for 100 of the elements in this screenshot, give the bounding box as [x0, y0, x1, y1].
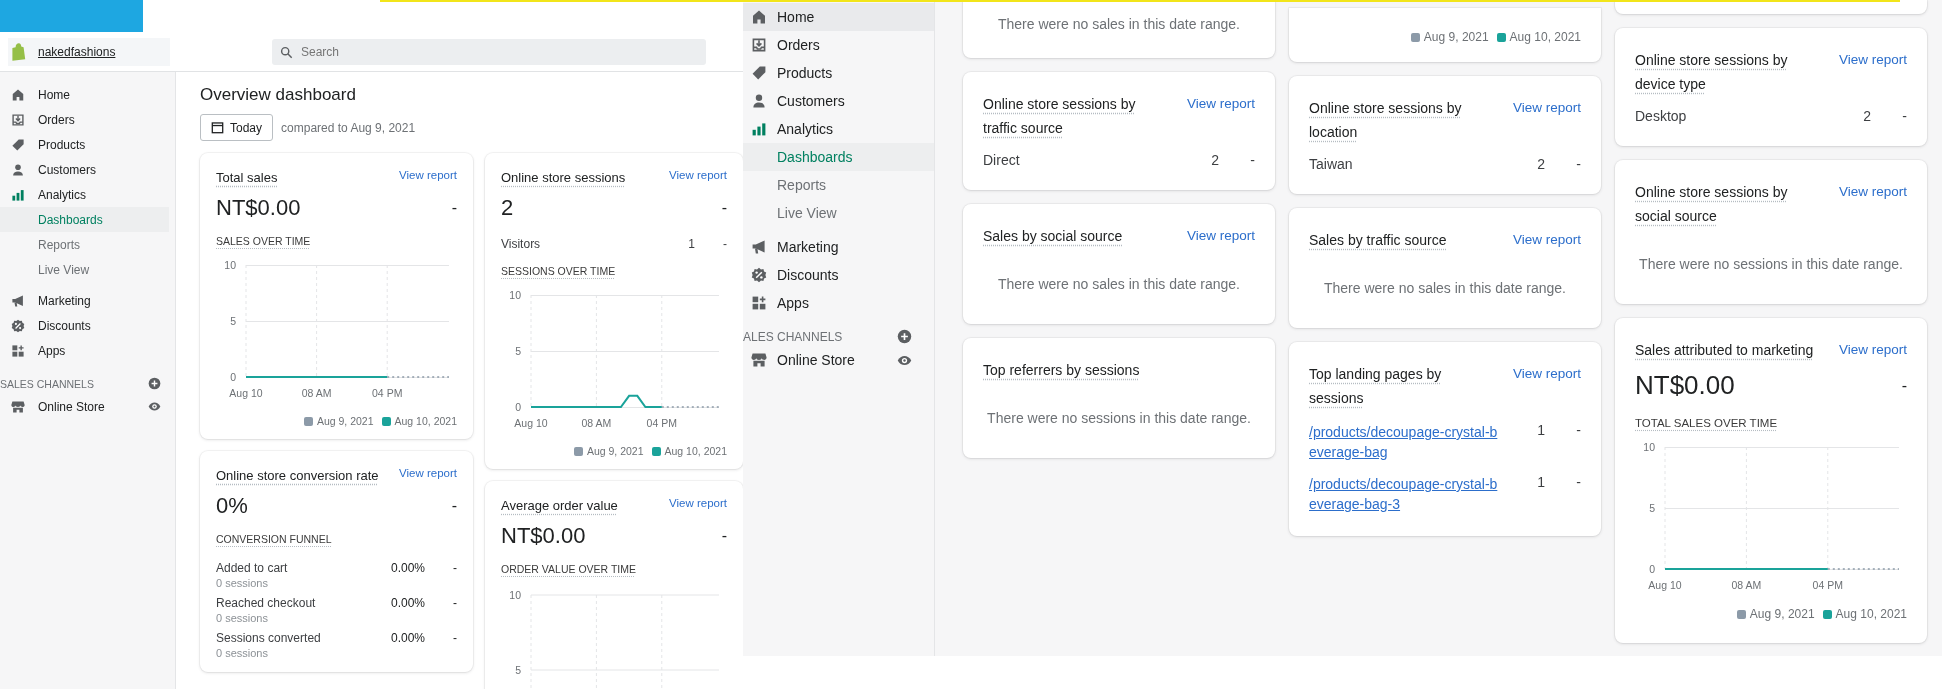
row-label: Direct	[983, 152, 1021, 168]
legend-label: Aug 10, 2021	[664, 445, 727, 457]
row-count: 1	[1536, 474, 1545, 490]
page-title: Overview dashboard	[200, 85, 357, 105]
view-report-link[interactable]: View report	[1838, 48, 1907, 72]
view-report-link[interactable]: View report	[1838, 338, 1907, 362]
megaphone-icon	[751, 239, 767, 255]
nav-item[interactable]: Customers	[743, 87, 934, 115]
nav-item[interactable]: Analytics	[0, 182, 169, 207]
view-report-link[interactable]: View report	[669, 497, 727, 509]
calendar-icon	[211, 121, 224, 134]
view-report-link[interactable]: View report	[399, 169, 457, 181]
percent-value: 0.00%	[390, 561, 425, 575]
nav-subitem[interactable]: Live View	[0, 257, 169, 282]
view-report-link[interactable]: View report	[1512, 362, 1581, 386]
card-title: Sales by social source	[983, 227, 1123, 246]
row-count: 2	[1536, 156, 1545, 172]
search-input[interactable]: Search	[301, 40, 698, 64]
nav-item[interactable]: Discounts	[743, 261, 934, 289]
row-label: Visitors	[501, 237, 542, 251]
axis-label: Aug 10	[514, 417, 548, 429]
nav-item[interactable]: Products	[0, 132, 169, 157]
nav-item[interactable]: Products	[743, 59, 934, 87]
metric-value: 2	[501, 195, 514, 221]
nav-item[interactable]: Discounts	[0, 313, 169, 338]
axis-label: 10	[509, 589, 521, 601]
card-title: Online store sessions by location	[1309, 99, 1463, 142]
trend-value: -	[1901, 376, 1907, 395]
legend-label: Aug 10, 2021	[394, 415, 457, 427]
nav-item[interactable]: Marketing	[0, 288, 169, 313]
nav-item[interactable]: Apps	[743, 289, 934, 317]
view-report-link[interactable]: View report	[1512, 228, 1581, 252]
funnel-sessions: 0 sessions	[216, 576, 269, 590]
card-title: Online store sessions by traffic source	[983, 95, 1137, 138]
date-button[interactable]: Today	[200, 114, 274, 141]
funnel-step: Reached checkout	[216, 596, 391, 611]
chart-title: SALES OVER TIME	[216, 235, 311, 247]
card-title: Average order value	[501, 497, 618, 515]
add-icon[interactable]	[897, 329, 912, 344]
view-report-link[interactable]: View report	[1512, 96, 1581, 120]
view-report-link[interactable]: View report	[399, 467, 457, 479]
nav-item[interactable]: Home	[0, 82, 169, 107]
axis-label: 5	[230, 315, 236, 327]
megaphone-icon	[11, 293, 25, 308]
nav-subitem[interactable]: Dashboards	[743, 143, 934, 171]
row-label: Taiwan	[1309, 156, 1354, 172]
card-title: Top referrers by sessions	[983, 361, 1140, 380]
row-label: Desktop	[1635, 108, 1688, 124]
view-report-link[interactable]: View report	[1186, 92, 1255, 116]
add-icon[interactable]	[148, 377, 161, 390]
page-link[interactable]: /products/decoupage-crystal-beverage-bag	[1309, 422, 1499, 462]
trend-value: -	[452, 561, 457, 575]
nav-item[interactable]: Customers	[0, 157, 169, 182]
nav-item[interactable]: Analytics	[743, 115, 934, 143]
trend-value: -	[451, 199, 457, 217]
nav-subitem[interactable]: Reports	[743, 171, 934, 199]
nav-item[interactable]: Home	[743, 3, 934, 31]
legend-label: Aug 9, 2021	[1749, 607, 1815, 621]
metric-value: 0%	[216, 493, 248, 519]
legend-label: Aug 9, 2021	[586, 445, 644, 457]
card-title: Online store sessions by device type	[1635, 51, 1789, 94]
eye-icon[interactable]	[148, 400, 161, 413]
view-report-link[interactable]: View report	[669, 169, 727, 181]
row-count: 1	[1536, 422, 1545, 438]
card-title: Top landing pages by sessions	[1309, 365, 1443, 408]
view-report-link[interactable]: View report	[1838, 180, 1907, 204]
home-icon	[11, 87, 25, 102]
axis-label: 08 AM	[581, 417, 612, 429]
trend-value: -	[1575, 422, 1581, 438]
funnel-sessions: 0 sessions	[216, 646, 269, 660]
nav-subitem[interactable]: Live View	[743, 199, 934, 227]
nav-subitem[interactable]: Reports	[0, 232, 169, 257]
card-title: Online store conversion rate	[216, 467, 379, 485]
nav-item[interactable]: Orders	[743, 31, 934, 59]
section-heading: SALES CHANNELS	[0, 377, 94, 390]
legend-label: Aug 10, 2021	[1509, 30, 1581, 44]
nav-item[interactable]: Online Store	[743, 346, 855, 374]
axis-label: 0	[1649, 563, 1655, 575]
trend-value: -	[721, 527, 727, 545]
axis-label: 0	[515, 401, 521, 413]
view-report-link[interactable]: View report	[1186, 224, 1255, 248]
nav-item[interactable]: Apps	[0, 338, 169, 363]
metric-value: NT$0.00	[216, 195, 301, 221]
nav-item[interactable]: Marketing	[743, 233, 934, 261]
nav-subitem[interactable]: Dashboards	[0, 207, 169, 232]
nav-item[interactable]: Online Store	[0, 394, 105, 419]
axis-label: 10	[509, 289, 521, 301]
axis-label: 5	[515, 664, 521, 676]
search-field[interactable]: Search	[272, 39, 706, 65]
trend-value: -	[722, 237, 727, 251]
axis-label: 08 AM	[301, 387, 332, 399]
funnel-step: Sessions converted	[216, 631, 391, 646]
chart-title: TOTAL SALES OVER TIME	[1635, 417, 1778, 429]
comparison-line	[661, 406, 720, 408]
page-link[interactable]: /products/decoupage-crystal-beverage-bag-3	[1309, 474, 1499, 514]
axis-label: 04 PM	[646, 417, 677, 429]
axis-label: 0	[230, 371, 236, 383]
nav-item[interactable]: Orders	[0, 107, 169, 132]
card-title: Online store sessions	[501, 169, 626, 187]
tray-icon	[11, 112, 25, 127]
